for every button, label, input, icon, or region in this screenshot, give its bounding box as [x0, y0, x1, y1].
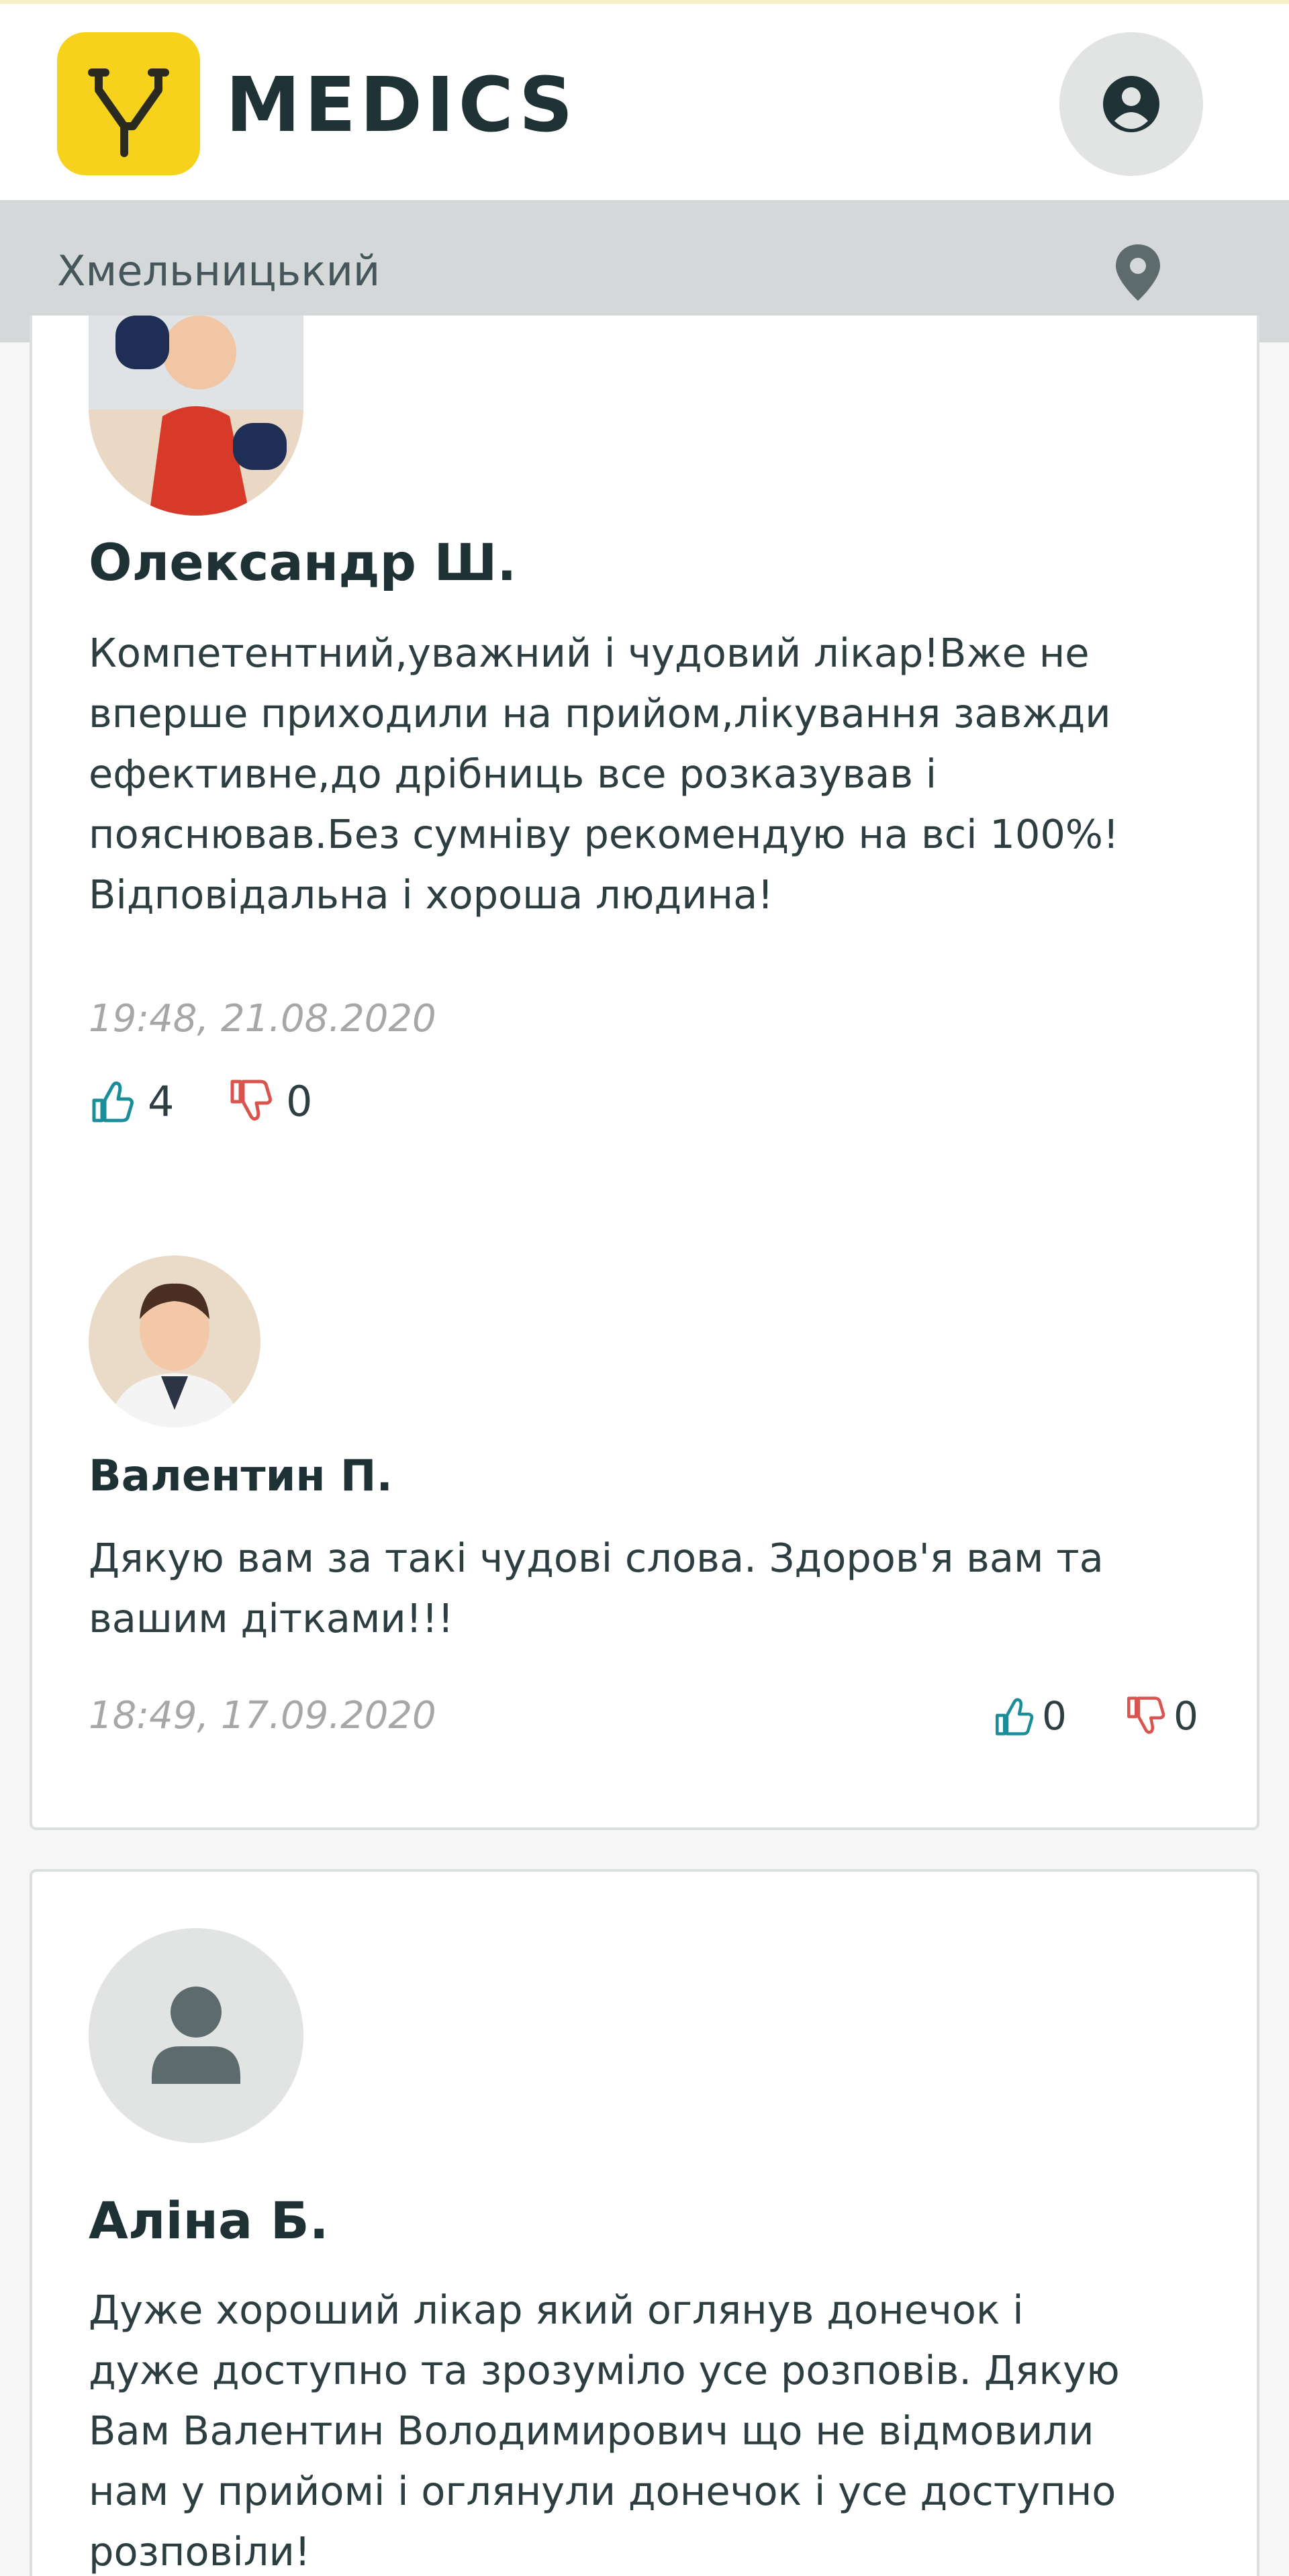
review-author: Аліна Б. — [89, 2191, 329, 2250]
review-card: Олександр Ш. Компетентний,уважний і чудо… — [30, 316, 1259, 1830]
logo[interactable] — [57, 32, 200, 175]
city-name: Хмельницький — [57, 246, 381, 295]
profile-button[interactable] — [1059, 32, 1203, 176]
review-card: Аліна Б. Дуже хороший лікар який оглянув… — [30, 1869, 1259, 2576]
reply-timestamp: 18:49, 17.09.2020 — [89, 1694, 436, 1737]
review-timestamp: 19:48, 21.08.2020 — [89, 997, 436, 1041]
reply-author: Валентин П. — [89, 1451, 393, 1501]
review-author: Олександр Ш. — [89, 532, 517, 592]
like-button[interactable]: 4 — [89, 1074, 174, 1128]
app-header: MEDICS — [0, 0, 1289, 200]
reply-like-button[interactable]: 0 — [992, 1689, 1067, 1743]
default-avatar — [89, 1928, 303, 2143]
thumbs-down-icon — [230, 1080, 272, 1121]
review-text: Компетентний,уважний і чудовий лікар!Вже… — [89, 630, 1119, 918]
user-photo — [89, 316, 303, 516]
dislike-button[interactable]: 0 — [227, 1074, 312, 1128]
reply-like-count: 0 — [1042, 1693, 1067, 1739]
reply-dislike-count: 0 — [1174, 1693, 1198, 1739]
doctor-avatar — [89, 1255, 260, 1427]
dislike-count: 0 — [286, 1076, 313, 1126]
map-pin-icon[interactable] — [1108, 240, 1168, 305]
like-count: 4 — [148, 1076, 175, 1126]
thumbs-up-icon — [92, 1081, 134, 1123]
avatar — [89, 316, 303, 516]
user-circle-icon — [1103, 76, 1159, 132]
user-icon — [89, 1928, 303, 2143]
brand-name[interactable]: MEDICS — [226, 62, 577, 149]
thumbs-down-icon — [1127, 1697, 1165, 1734]
review-text: Дуже хороший лікар який оглянув донечок … — [89, 2287, 1120, 2575]
reply-text: Дякую вам за такі чудові слова. Здоров'я… — [89, 1535, 1104, 1641]
stethoscope-icon — [88, 68, 169, 157]
reply-dislike-button[interactable]: 0 — [1124, 1689, 1198, 1743]
doctor-photo — [89, 1255, 260, 1427]
thumbs-up-icon — [996, 1698, 1034, 1735]
